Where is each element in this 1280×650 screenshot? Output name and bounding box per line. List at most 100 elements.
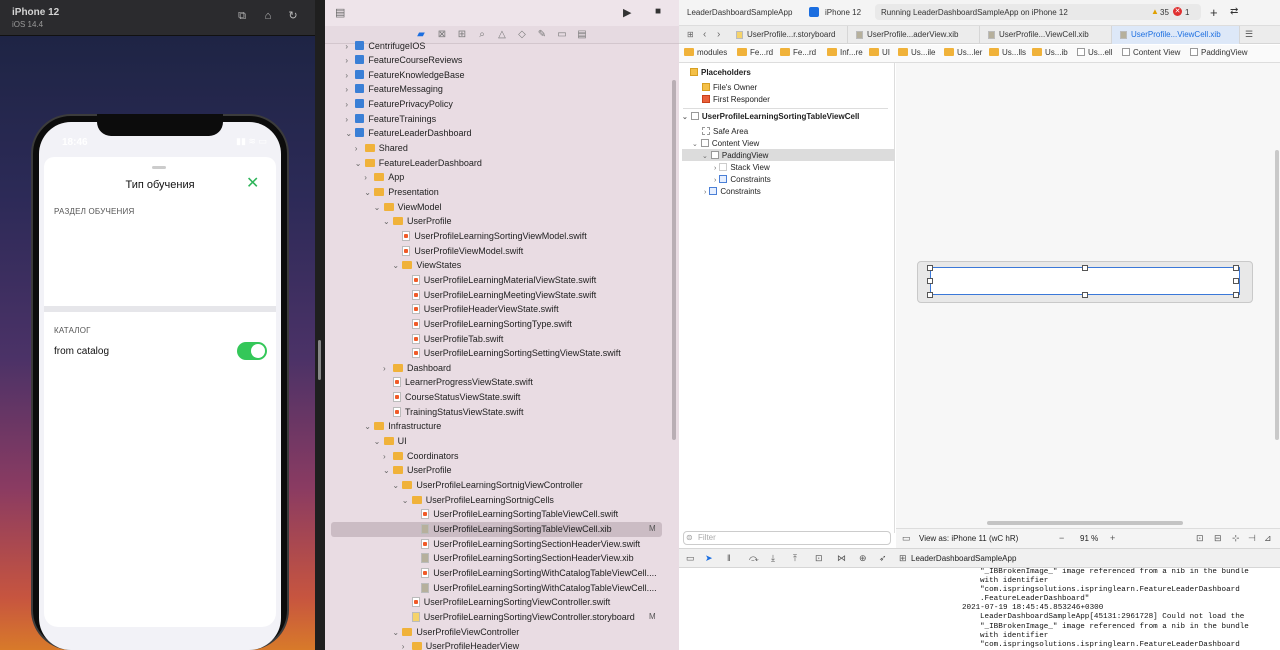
disclosure-icon[interactable]: ⌄ xyxy=(374,201,384,216)
disclosure-icon[interactable]: ⌄ xyxy=(355,157,365,172)
editor-tab[interactable]: UserProfile...ViewCell.xib xyxy=(1112,26,1240,44)
outline-placeholders[interactable]: Placeholders xyxy=(690,67,751,79)
resize-handle[interactable] xyxy=(1082,265,1088,271)
disclosure-icon[interactable]: › xyxy=(402,640,412,650)
navigator-item[interactable]: UserProfileLearningMaterialViewState.swi… xyxy=(402,273,596,288)
disclosure-icon[interactable]: ⌄ xyxy=(364,420,374,435)
pin-icon[interactable]: ⊣ xyxy=(1248,533,1256,544)
find-icon[interactable]: ⌕ xyxy=(476,29,488,41)
jump-bar-item[interactable]: PaddingView xyxy=(1190,48,1248,57)
jump-bar-item[interactable]: modules xyxy=(684,48,727,57)
navigator-item[interactable]: UserProfileLearningSortingViewModel.swif… xyxy=(392,229,587,244)
disclosure-icon[interactable]: ⌄ xyxy=(402,494,412,509)
disclosure-icon[interactable]: › xyxy=(345,113,355,128)
memory-graph-icon[interactable]: ⋈ xyxy=(837,553,846,564)
add-icon[interactable]: + xyxy=(1210,5,1218,20)
disclosure-icon[interactable]: › xyxy=(345,54,355,69)
navigator-item[interactable]: UserProfileViewModel.swift xyxy=(392,244,523,259)
navigator-item[interactable]: › Dashboard xyxy=(383,361,451,376)
resolve-icon[interactable]: ⊿ xyxy=(1264,533,1272,544)
back-icon[interactable]: ‹ xyxy=(703,29,706,40)
navigator-item[interactable]: UserProfileTab.swift xyxy=(402,332,503,347)
location-icon[interactable]: ➶ xyxy=(879,553,887,564)
grid-icon[interactable]: ⊞ xyxy=(687,30,694,39)
jump-bar-item[interactable]: Us...ell xyxy=(1077,48,1112,57)
disclosure-icon[interactable]: › xyxy=(355,142,365,157)
resize-handle[interactable] xyxy=(927,292,933,298)
outline-constraints-inner[interactable]: › Constraints xyxy=(714,174,771,186)
navigator-item[interactable]: ⌄ UserProfileLearningSortnigCells xyxy=(402,493,554,508)
sheet-grabber[interactable] xyxy=(152,166,166,169)
navigator-item[interactable]: UserProfileLearningSortingSectionHeaderV… xyxy=(411,551,634,566)
resize-handle[interactable] xyxy=(927,265,933,271)
run-icon[interactable]: ▶ xyxy=(623,6,631,19)
navigator-item[interactable]: ⌄ UserProfile xyxy=(383,463,452,478)
outline-toggle-icon[interactable]: ▭ xyxy=(902,533,911,544)
pause-icon[interactable]: ‖ xyxy=(727,553,731,563)
editor-options-icon[interactable]: ☰ xyxy=(1245,29,1253,40)
navigator-item[interactable]: UserProfileLearningSortingTableViewCell.… xyxy=(411,507,618,522)
outline-safe-area[interactable]: Safe Area xyxy=(702,126,748,138)
outline-padding-view[interactable]: ⌄ PaddingView xyxy=(702,150,768,162)
disclosure-icon[interactable]: ⌄ xyxy=(383,464,393,479)
report-icon[interactable]: ▤ xyxy=(576,29,588,41)
navigator-item[interactable]: ⌄ Presentation xyxy=(364,185,439,200)
disclosure-icon[interactable]: ⌄ xyxy=(392,259,402,274)
navigator-item[interactable]: CourseStatusViewState.swift xyxy=(383,390,520,405)
navigator-item[interactable]: ⌄ UserProfile xyxy=(383,214,452,229)
disclosure-icon[interactable]: › xyxy=(345,98,355,113)
rotate-icon[interactable]: ↻ xyxy=(286,10,300,22)
sidebar-toggle-icon[interactable]: ▤ xyxy=(335,6,345,19)
navigator-item[interactable]: ⌄ UserProfileLearningSortnigViewControlle… xyxy=(392,478,582,493)
destination-selector[interactable]: iPhone 12 xyxy=(825,8,861,17)
jump-bar-item[interactable]: UI xyxy=(869,48,890,57)
symbol-icon[interactable]: ⊞ xyxy=(456,29,468,41)
navigator-item[interactable]: LearnerProgressViewState.swift xyxy=(383,375,533,390)
navigator-item[interactable]: › Coordinators xyxy=(383,449,459,464)
outline-cell[interactable]: ⌄ UserProfileLearningSortingTableViewCell xyxy=(682,111,859,123)
navigator-item[interactable]: ⌄ UI xyxy=(374,434,407,449)
error-icon[interactable]: ✕ xyxy=(1173,7,1182,16)
disclosure-icon[interactable]: › xyxy=(383,362,393,377)
from-catalog-toggle[interactable] xyxy=(237,342,267,360)
breakpoints-toggle-icon[interactable]: ➤ xyxy=(705,553,713,564)
forward-icon[interactable]: › xyxy=(717,29,720,40)
close-icon[interactable]: ✕ xyxy=(246,176,259,192)
warning-icon[interactable]: ▲ xyxy=(1151,7,1159,16)
navigator-item[interactable]: › CentrifugeIOS xyxy=(345,39,425,54)
hide-debug-icon[interactable]: ▭ xyxy=(686,553,695,564)
jump-bar-item[interactable]: Content View xyxy=(1122,48,1180,57)
jump-bar-item[interactable]: Us...lls xyxy=(989,48,1026,57)
console-output[interactable]: "_IBBrokenImage_" image referenced from … xyxy=(679,568,1280,650)
navigator-item[interactable]: ⌄ UserProfileViewController xyxy=(392,625,519,640)
disclosure-icon[interactable]: ⌄ xyxy=(383,215,393,230)
resize-handle[interactable] xyxy=(927,278,933,284)
resize-handle[interactable] xyxy=(1233,292,1239,298)
step-over-icon[interactable]: ⤼ xyxy=(749,553,759,564)
zoom-out-icon[interactable]: − xyxy=(1059,533,1064,543)
navigator-scrollbar[interactable] xyxy=(672,80,676,440)
navigator-item[interactable]: ⌄ ViewModel xyxy=(374,200,442,215)
editor-tab[interactable]: UserProfile...ViewCell.xib xyxy=(980,26,1112,44)
editor-tab[interactable]: UserProfile...r.storyboard xyxy=(728,26,848,44)
disclosure-icon[interactable]: ⌄ xyxy=(345,127,355,142)
navigator-item[interactable]: UserProfileLearningSortingWithCatalogTab… xyxy=(411,581,657,596)
outline-filter-input[interactable]: Filter xyxy=(683,531,891,545)
view-debugger-icon[interactable]: ⊡ xyxy=(815,553,823,564)
update-frames-icon[interactable]: ⊡ xyxy=(1196,533,1204,544)
navigator-item[interactable]: › FeatureTrainings xyxy=(345,112,436,127)
resize-handle[interactable] xyxy=(1233,265,1239,271)
navigator-item[interactable]: ⌄ FeatureLeaderDashboard xyxy=(345,126,471,141)
home-icon[interactable]: ⌂ xyxy=(261,10,275,22)
canvas-vertical-scrollbar[interactable] xyxy=(1275,150,1279,440)
jump-bar-item[interactable]: Fe...rd xyxy=(780,48,816,57)
jump-bar-item[interactable]: Us...ler xyxy=(944,48,982,57)
navigator-item[interactable]: TrainingStatusViewState.swift xyxy=(383,405,524,420)
navigator-item[interactable]: UserProfileLearningMeetingViewState.swif… xyxy=(402,288,596,303)
split-handle[interactable] xyxy=(318,340,321,380)
resize-handle[interactable] xyxy=(1082,292,1088,298)
jump-bar-item[interactable]: Us...ile xyxy=(898,48,935,57)
view-as-selector[interactable]: View as: iPhone 11 (wC hR) xyxy=(919,534,1018,543)
navigator-item[interactable]: › FeatureKnowledgeBase xyxy=(345,68,464,83)
jump-bar-item[interactable]: Us...ib xyxy=(1032,48,1068,57)
